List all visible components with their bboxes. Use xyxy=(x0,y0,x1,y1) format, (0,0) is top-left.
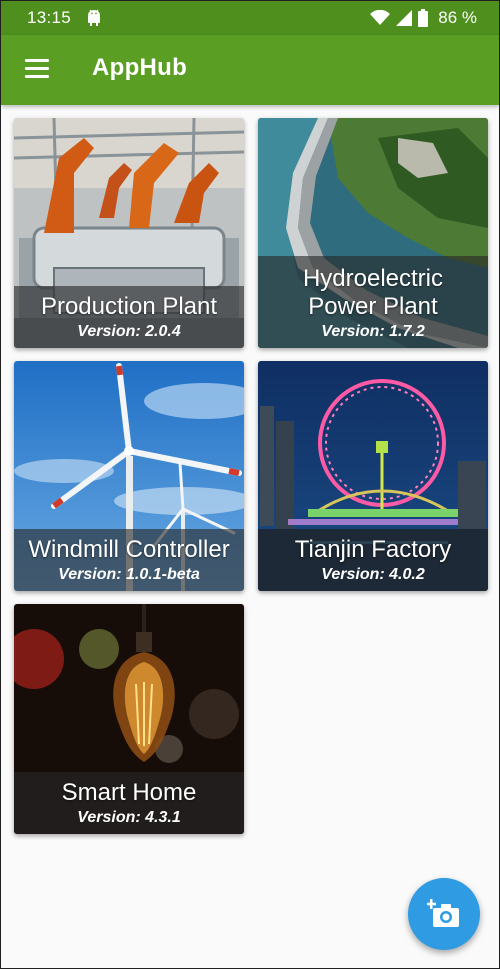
card-label: Production Plant Version: 2.0.4 xyxy=(14,286,244,348)
card-label: Windmill Controller Version: 1.0.1-beta xyxy=(14,529,244,591)
app-bar: AppHub xyxy=(1,35,499,105)
card-label: Smart Home Version: 4.3.1 xyxy=(14,772,244,834)
status-time: 13:15 xyxy=(27,8,72,27)
card-title: Windmill Controller xyxy=(28,536,230,563)
card-version: Version: 1.0.1-beta xyxy=(58,566,200,583)
card-title: Production Plant xyxy=(40,293,218,320)
card-title: Tianjin Factory xyxy=(294,536,452,563)
card-version: Version: 4.3.1 xyxy=(77,809,181,826)
app-card-hydroelectric-power-plant[interactable]: Hydroelectric Power Plant Version: 1.7.2 xyxy=(258,118,488,348)
phone-screen: 13:15 86 % AppHub Production Plant Versi… xyxy=(0,0,500,969)
menu-icon[interactable] xyxy=(25,59,49,79)
wifi-icon xyxy=(370,10,391,25)
card-version: Version: 1.7.2 xyxy=(321,323,425,340)
card-version: Version: 2.0.4 xyxy=(77,323,181,340)
signal-icon xyxy=(396,10,413,26)
card-label: Tianjin Factory Version: 4.0.2 xyxy=(258,529,488,591)
card-title: Hydroelectric Power Plant xyxy=(302,265,444,320)
add-camera-icon xyxy=(427,899,459,927)
card-title: Smart Home xyxy=(61,779,197,806)
app-title: AppHub xyxy=(92,54,188,81)
battery-percent: 86 % xyxy=(438,8,477,27)
app-card-windmill-controller[interactable]: Windmill Controller Version: 1.0.1-beta xyxy=(14,361,244,591)
add-app-fab[interactable] xyxy=(408,878,480,950)
app-card-production-plant[interactable]: Production Plant Version: 2.0.4 xyxy=(14,118,244,348)
battery-icon xyxy=(418,9,429,27)
card-label: Hydroelectric Power Plant Version: 1.7.2 xyxy=(258,256,488,348)
app-card-smart-home[interactable]: Smart Home Version: 4.3.1 xyxy=(14,604,244,834)
android-icon xyxy=(88,9,101,26)
card-version: Version: 4.0.2 xyxy=(321,566,425,583)
status-icons: 86 % xyxy=(370,1,477,35)
status-bar: 13:15 86 % xyxy=(1,1,499,35)
app-card-tianjin-factory[interactable]: Tianjin Factory Version: 4.0.2 xyxy=(258,361,488,591)
